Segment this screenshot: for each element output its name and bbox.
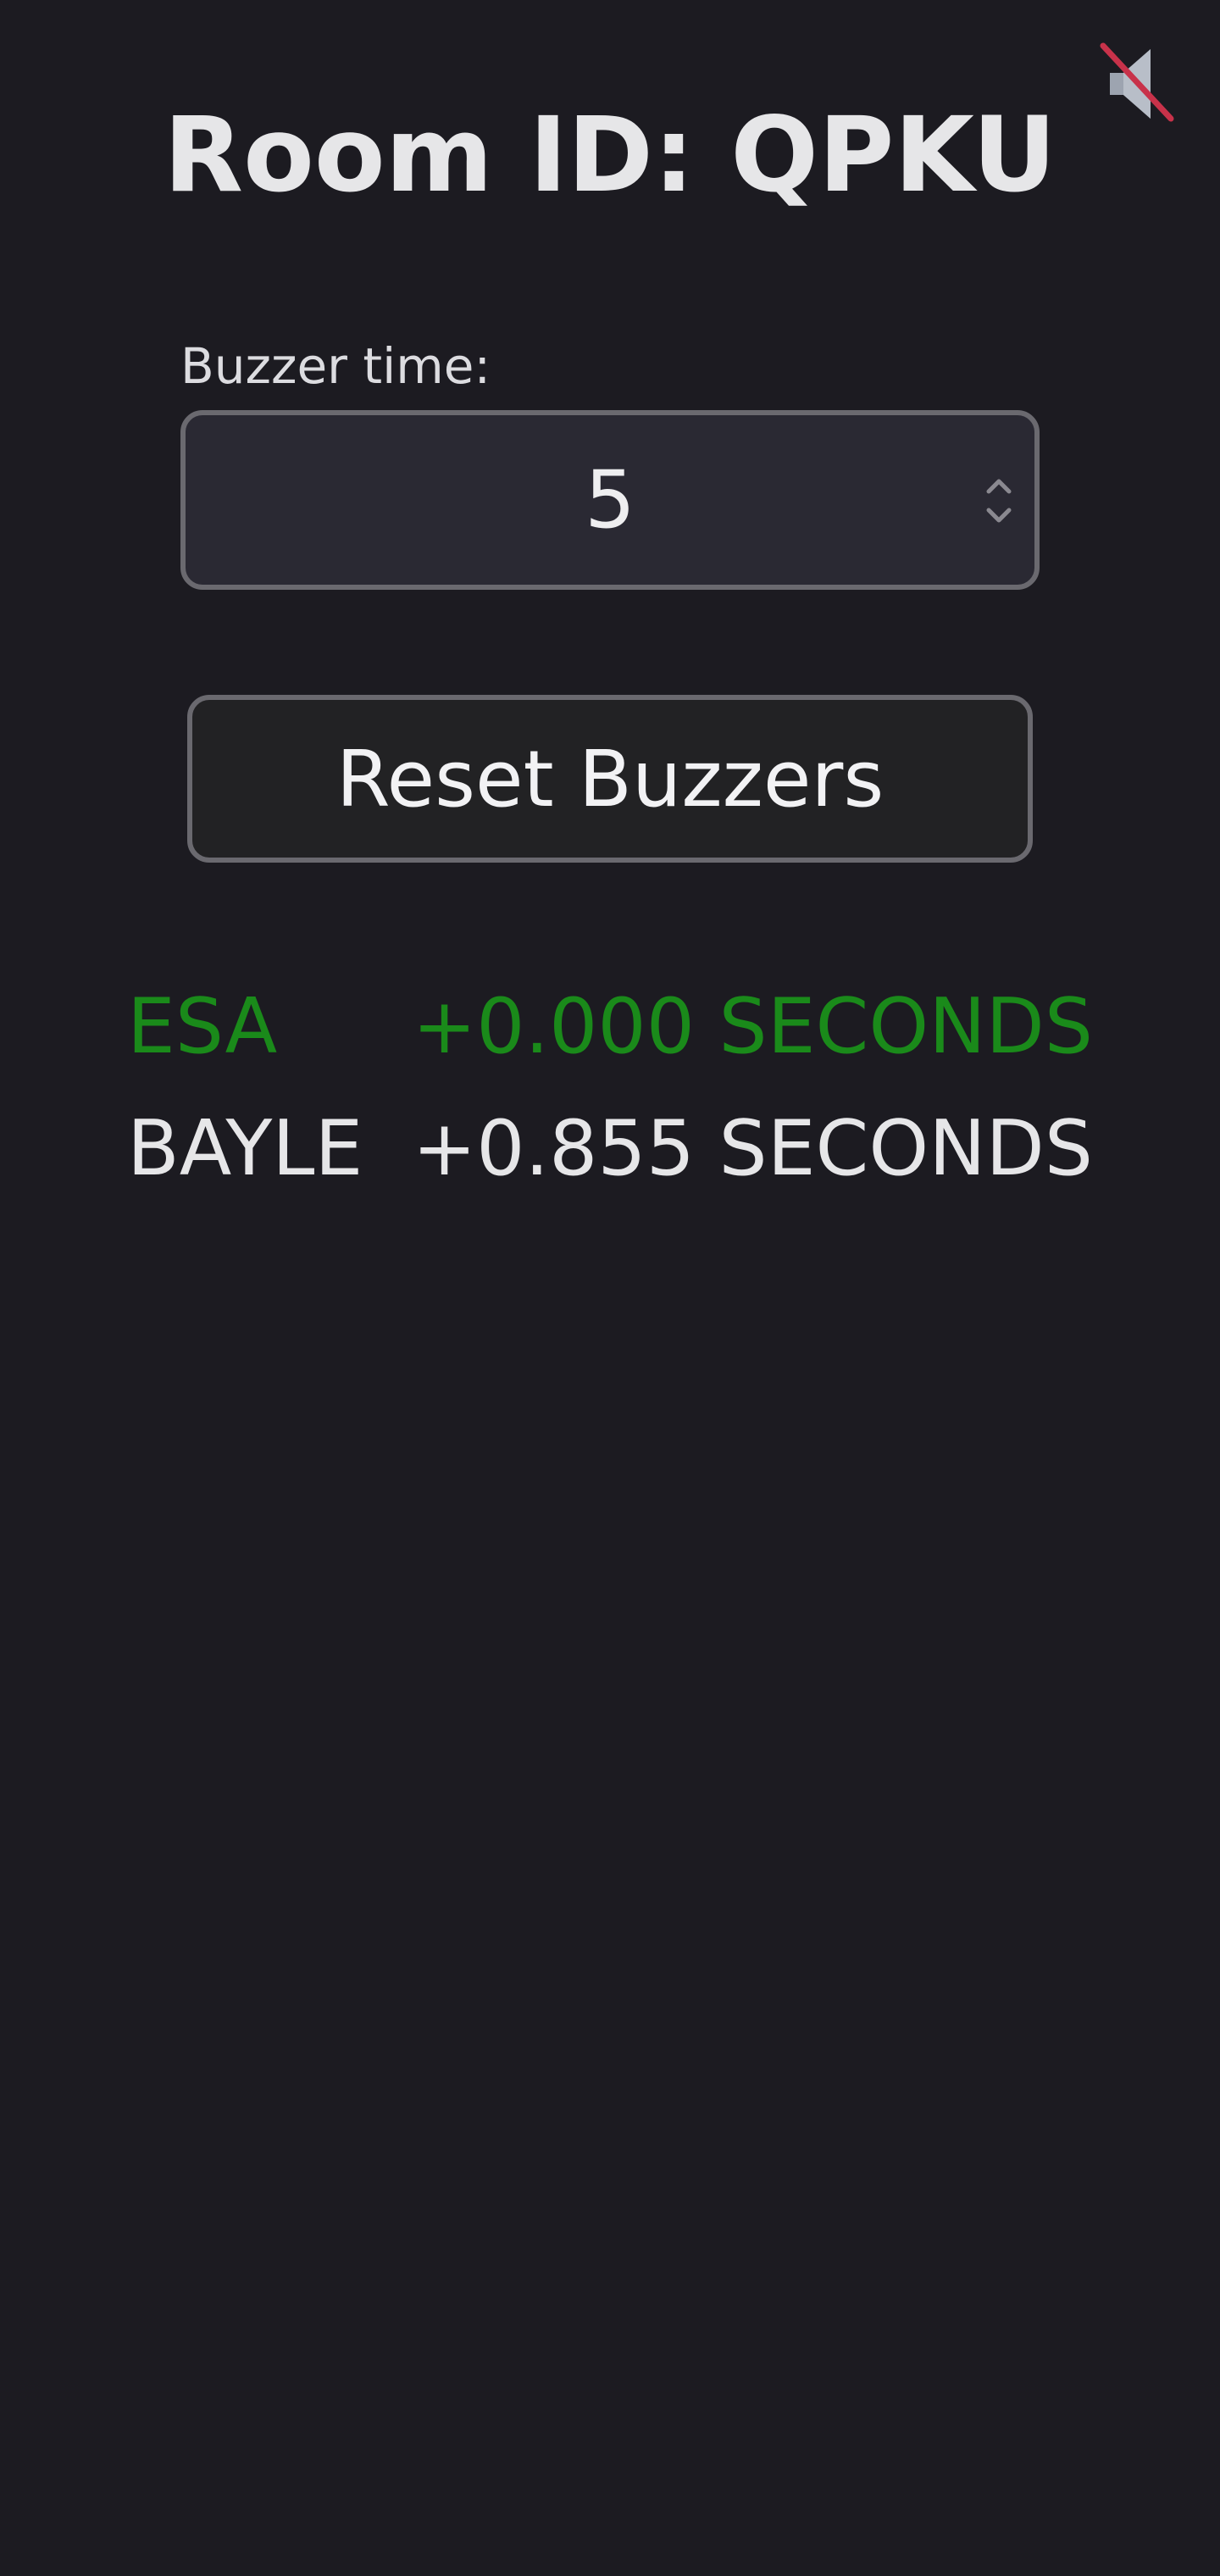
reset-buzzers-button[interactable]: Reset Buzzers: [187, 695, 1033, 863]
buzz-results-list: ESA +0.000 SECONDS BAYLE +0.855 SECONDS: [127, 966, 1093, 1210]
buzzer-time-input[interactable]: 5: [180, 410, 1040, 590]
buzzer-time-label: Buzzer time:: [180, 337, 491, 395]
buzz-time-offset: +0.000 SECONDS: [412, 982, 1093, 1071]
buzzer-time-value[interactable]: 5: [186, 415, 1034, 585]
number-stepper[interactable]: [982, 471, 1016, 530]
result-row: ESA +0.000 SECONDS: [127, 966, 1093, 1088]
room-id-title: Room ID: QPKU: [164, 95, 1056, 215]
player-name: BAYLE: [127, 1104, 363, 1193]
page: Room ID: QPKU Buzzer time: 5 Reset Buzze…: [0, 0, 1220, 2576]
player-name: ESA: [127, 982, 278, 1071]
stepper-arrows-icon: [986, 479, 1012, 523]
buzz-time-offset: +0.855 SECONDS: [412, 1104, 1093, 1193]
result-row: BAYLE +0.855 SECONDS: [127, 1088, 1093, 1210]
